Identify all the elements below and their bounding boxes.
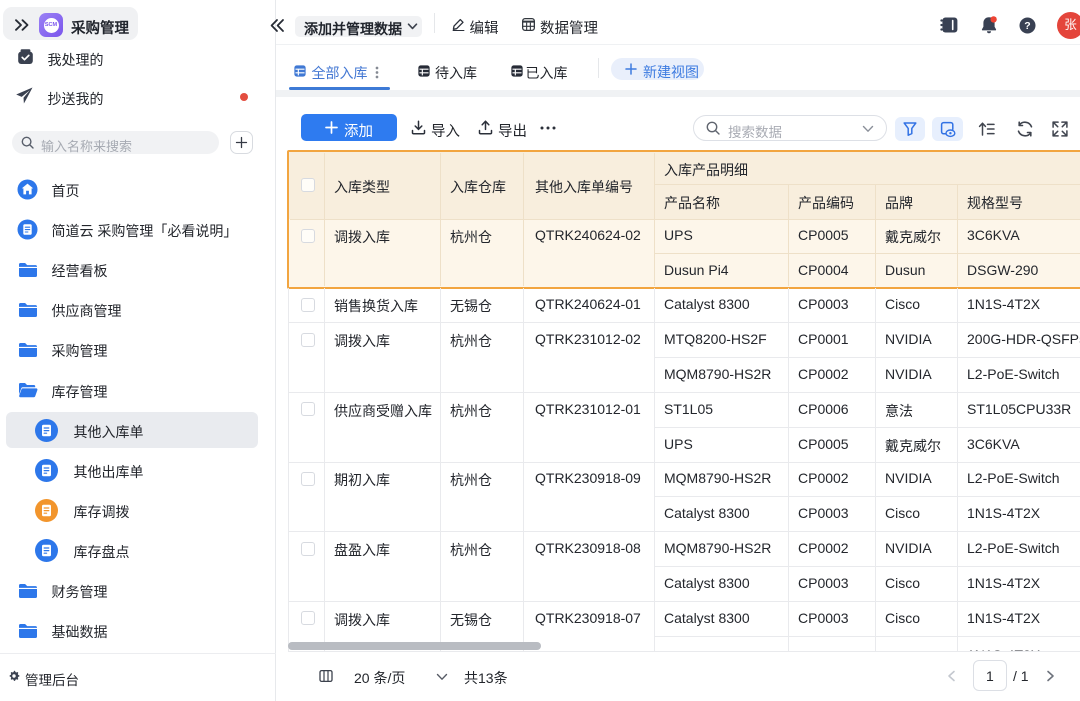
svg-text:?: ?: [1024, 20, 1030, 32]
